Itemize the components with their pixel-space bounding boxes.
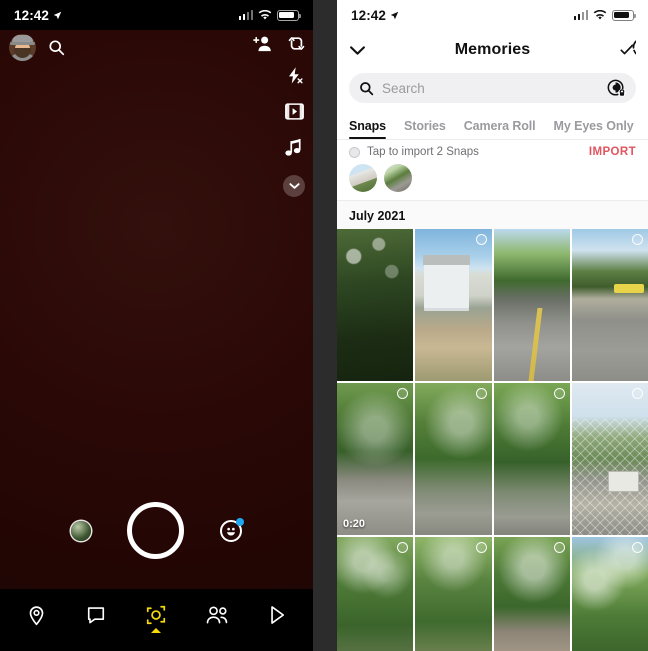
chat-tab[interactable] bbox=[73, 595, 119, 635]
bottom-tab-bar bbox=[0, 589, 313, 651]
status-time: 12:42 bbox=[14, 7, 50, 23]
tab-camera-roll[interactable]: Camera Roll bbox=[464, 119, 536, 139]
selection-circle-icon[interactable] bbox=[632, 388, 643, 399]
stories-tab[interactable] bbox=[254, 595, 300, 635]
import-thumbnail[interactable] bbox=[349, 164, 377, 192]
status-bar-left: 12:42 bbox=[0, 0, 313, 30]
status-time: 12:42 bbox=[351, 7, 387, 23]
import-label: Tap to import 2 Snaps bbox=[367, 146, 479, 158]
signal-icon bbox=[238, 10, 253, 20]
memories-tabs: Snaps Stories Camera Roll My Eyes Only bbox=[337, 109, 648, 139]
chevron-down-icon[interactable] bbox=[349, 45, 366, 56]
notification-dot bbox=[236, 517, 244, 526]
status-bar-right: 12:42 bbox=[337, 0, 648, 30]
selection-circle-icon[interactable] bbox=[632, 542, 643, 553]
grid-item[interactable] bbox=[415, 229, 492, 381]
selection-circle-icon[interactable] bbox=[553, 388, 565, 399]
grid-item[interactable] bbox=[415, 383, 492, 535]
tab-stories[interactable]: Stories bbox=[404, 119, 446, 139]
signal-icon bbox=[573, 10, 588, 20]
selection-circle-icon[interactable] bbox=[475, 234, 487, 245]
camera-side-rail bbox=[283, 66, 305, 197]
import-banner-top: Tap to import 2 Snaps IMPORT bbox=[349, 146, 636, 158]
flash-off-icon[interactable] bbox=[285, 66, 304, 85]
battery-icon bbox=[612, 9, 636, 21]
grid-item[interactable] bbox=[493, 537, 570, 651]
import-banner[interactable]: Tap to import 2 Snaps IMPORT bbox=[337, 139, 648, 200]
location-arrow-icon bbox=[390, 11, 399, 20]
grid-item[interactable]: 0:20 bbox=[337, 383, 414, 535]
active-tab-caret bbox=[151, 628, 162, 633]
month-header: July 2021 bbox=[337, 200, 648, 229]
grid-item[interactable] bbox=[571, 537, 648, 651]
grid-item[interactable] bbox=[337, 229, 414, 381]
grid-item[interactable] bbox=[571, 383, 648, 535]
map-tab[interactable] bbox=[13, 595, 59, 635]
memories-grid: 0:20 bbox=[337, 229, 648, 651]
battery-icon bbox=[277, 9, 301, 21]
import-thumbnails bbox=[349, 164, 636, 192]
friends-tab[interactable] bbox=[194, 595, 240, 635]
camera-tab[interactable] bbox=[133, 595, 179, 635]
status-indicators bbox=[573, 9, 636, 21]
panel-divider bbox=[313, 0, 337, 651]
search-icon[interactable] bbox=[48, 39, 65, 56]
lens-carousel-button[interactable] bbox=[220, 517, 244, 542]
multi-snap-icon[interactable] bbox=[284, 103, 304, 120]
page-title: Memories bbox=[454, 41, 531, 58]
selection-circle-icon[interactable] bbox=[397, 542, 409, 553]
grid-item[interactable] bbox=[337, 537, 414, 651]
camera-controls bbox=[0, 502, 313, 559]
tab-my-eyes-only[interactable]: My Eyes Only bbox=[554, 119, 634, 139]
selection-circle-icon[interactable] bbox=[397, 388, 409, 399]
search-icon bbox=[359, 81, 374, 96]
wifi-icon bbox=[258, 9, 272, 21]
camera-top-left-controls bbox=[9, 34, 65, 61]
memories-header: Memories bbox=[337, 30, 648, 70]
status-indicators bbox=[238, 9, 301, 21]
selection-circle-icon[interactable] bbox=[475, 542, 487, 553]
import-button[interactable]: IMPORT bbox=[589, 146, 636, 158]
search-bar[interactable] bbox=[349, 73, 636, 103]
search-input[interactable] bbox=[382, 80, 599, 96]
import-thumbnail[interactable] bbox=[384, 164, 412, 192]
check-circle-icon[interactable] bbox=[615, 39, 636, 61]
grid-item[interactable] bbox=[493, 229, 570, 381]
grid-item[interactable] bbox=[415, 537, 492, 651]
camera-top-right-controls bbox=[253, 34, 305, 53]
music-note-icon[interactable] bbox=[285, 138, 303, 157]
location-arrow-icon bbox=[53, 11, 62, 20]
grid-item[interactable] bbox=[493, 383, 570, 535]
snapchat-memories-screen: 12:42 Memories Search Snaps Stories Came… bbox=[337, 0, 648, 651]
shutter-button[interactable] bbox=[127, 502, 184, 559]
add-friend-icon[interactable] bbox=[253, 35, 272, 52]
search-section bbox=[337, 70, 648, 109]
video-duration: 0:20 bbox=[343, 518, 366, 530]
flip-camera-icon[interactable] bbox=[288, 34, 305, 53]
selection-circle-icon[interactable] bbox=[553, 542, 565, 553]
dual-phone-screenshot: 12:42 12:42 Memories Search Snaps Storie… bbox=[0, 0, 648, 651]
selection-circle-icon[interactable] bbox=[475, 388, 487, 399]
selection-circle-icon[interactable] bbox=[632, 234, 643, 245]
tab-snaps[interactable]: Snaps bbox=[349, 119, 386, 139]
import-radio-icon[interactable] bbox=[349, 146, 360, 158]
chevron-down-icon[interactable] bbox=[283, 175, 305, 197]
wifi-icon bbox=[593, 9, 607, 21]
snapchat-camera-screen: 12:42 bbox=[0, 0, 313, 651]
profile-avatar[interactable] bbox=[9, 34, 36, 61]
grid-item[interactable] bbox=[571, 229, 648, 381]
memories-thumbnail[interactable] bbox=[71, 520, 91, 541]
scan-lock-icon[interactable] bbox=[607, 79, 626, 98]
